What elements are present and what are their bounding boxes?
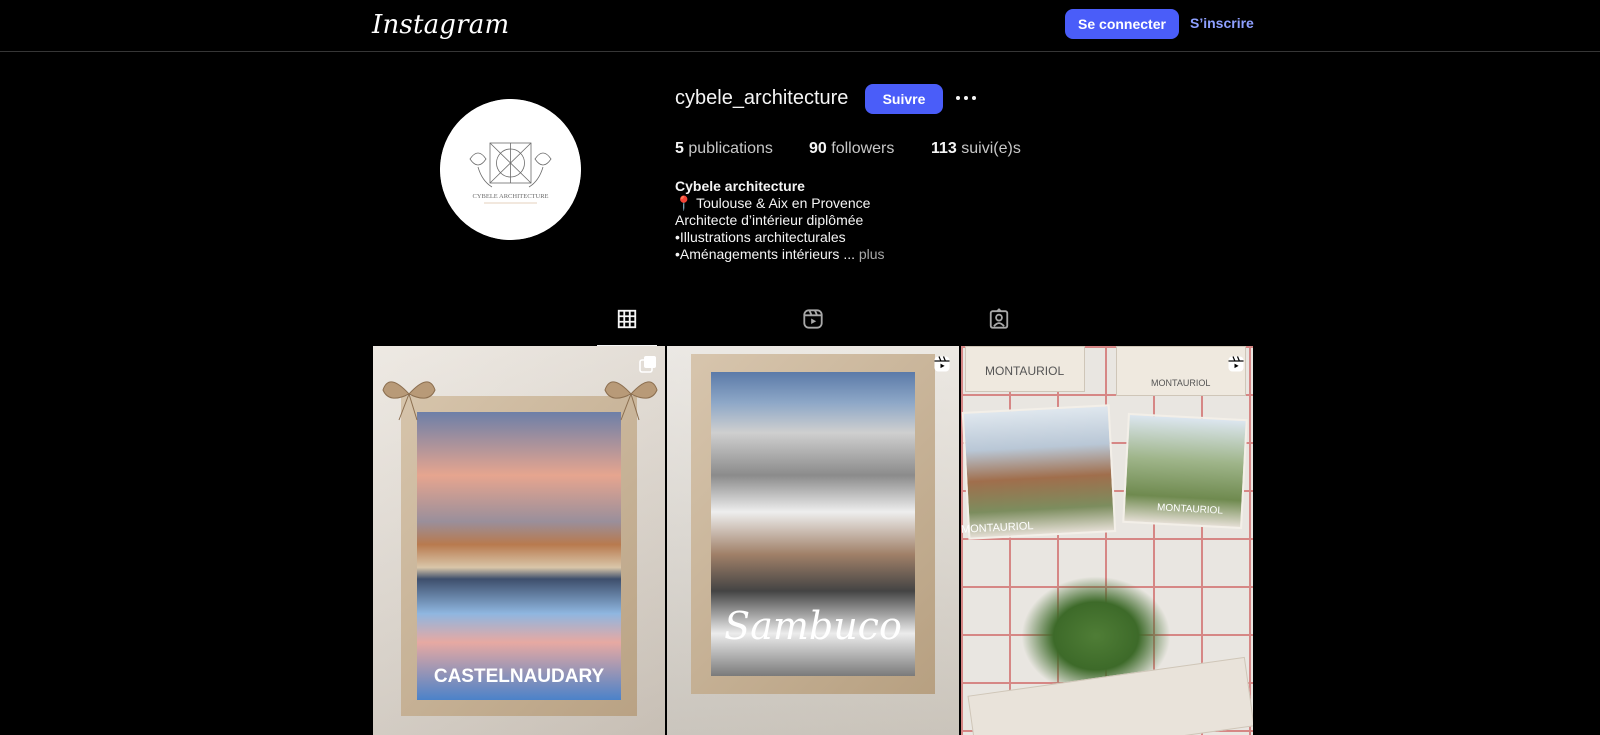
- tagged-icon: [989, 308, 1009, 329]
- bio-name: Cybele architecture: [675, 178, 805, 194]
- posts-count-value: 5: [675, 140, 684, 157]
- illustration-card: [961, 404, 1117, 540]
- followers-count[interactable]: 90 followers: [809, 140, 894, 158]
- post-caption-text: Sambuco: [724, 604, 902, 648]
- bio-line: •Aménagements intérieurs ... plus: [675, 246, 885, 263]
- following-count[interactable]: 113 suivi(e)s: [931, 140, 1021, 158]
- profile-bio: Cybele architecture 📍 Toulouse & Aix en …: [675, 178, 885, 263]
- tab-tagged[interactable]: [969, 308, 1029, 346]
- reels-icon: [803, 309, 823, 329]
- bio-line: •Illustrations architecturales: [675, 229, 846, 245]
- bio-line: Architecte d’intérieur diplômée: [675, 212, 864, 228]
- grid-icon: [617, 309, 637, 329]
- bio-more-link[interactable]: plus: [859, 246, 885, 262]
- post-caption-text: MONTAURIOL: [1151, 378, 1211, 388]
- reel-icon: [1227, 355, 1245, 373]
- avatar-logo-icon: CYBELE ARCHITECTURE: [440, 99, 581, 240]
- top-navigation-bar: Instagram Se connecter S’inscrire: [0, 0, 1600, 52]
- post-thumbnail[interactable]: Sambuco: [667, 346, 959, 735]
- profile-tabs: [373, 300, 1253, 346]
- post-caption-text: MONTAURIOL: [985, 364, 1065, 378]
- more-options-icon[interactable]: [952, 86, 980, 110]
- post-thumbnail[interactable]: CASTELNAUDARY: [373, 346, 665, 735]
- posts-count-label: publications: [688, 140, 773, 157]
- profile-avatar[interactable]: CYBELE ARCHITECTURE: [440, 99, 581, 240]
- painting-image: [417, 412, 621, 700]
- profile-username: cybele_architecture: [675, 87, 849, 109]
- post-thumbnail[interactable]: MONTAURIOL MONTAURIOL MONTAURIOL MONTAUR…: [961, 346, 1253, 735]
- carousel-icon: [639, 355, 657, 373]
- bow-left-icon: [379, 372, 439, 422]
- posts-grid: CASTELNAUDARY Sambuco MONTAURIOL MONTAUR…: [373, 346, 1253, 735]
- post-caption-text: CASTELNAUDARY: [433, 666, 605, 687]
- signup-link[interactable]: S’inscrire: [1190, 15, 1254, 31]
- bow-right-icon: [601, 372, 661, 422]
- login-button[interactable]: Se connecter: [1065, 9, 1179, 39]
- avatar-caption: CYBELE ARCHITECTURE: [472, 193, 548, 200]
- tab-posts[interactable]: [597, 308, 657, 346]
- instagram-logo[interactable]: Instagram: [372, 10, 509, 40]
- following-count-value: 113: [931, 140, 957, 157]
- follow-button[interactable]: Suivre: [865, 84, 943, 114]
- followers-count-value: 90: [809, 140, 827, 157]
- reel-icon: [933, 355, 951, 373]
- tab-reels[interactable]: [783, 308, 843, 346]
- followers-count-label: followers: [831, 140, 895, 157]
- following-count-label: suivi(e)s: [961, 140, 1021, 157]
- bio-line: 📍 Toulouse & Aix en Provence: [675, 195, 871, 211]
- posts-count: 5 publications: [675, 140, 773, 158]
- bio-line-text: •Aménagements intérieurs ...: [675, 246, 855, 262]
